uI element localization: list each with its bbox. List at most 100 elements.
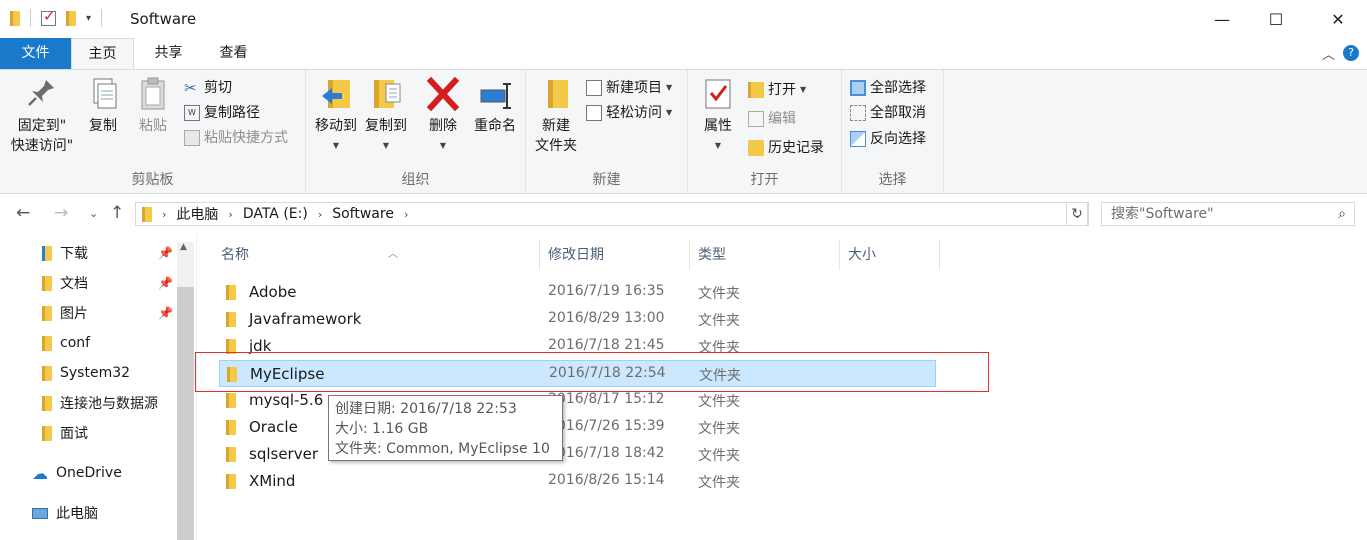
nav-label: OneDrive [56, 465, 122, 481]
collapse-ribbon-icon[interactable]: ︿ [1322, 44, 1335, 63]
scroll-up-icon[interactable]: ▲ [180, 242, 187, 252]
search-icon[interactable]: ⌕ [1338, 203, 1346, 225]
file-date: 2016/7/18 18:42 [548, 445, 665, 461]
breadcrumb-software[interactable]: Software [332, 206, 394, 222]
open-group: 属性 ▼ 打开 ▼ 编辑 历史记录 打开 [688, 70, 842, 194]
new-folder-button[interactable]: 新建 文件夹 [530, 76, 582, 156]
file-row-sqlserver[interactable]: sqlserver 2016/7/18 18:42 文件夹 [219, 441, 936, 468]
crumb-separator-icon[interactable]: › [318, 208, 322, 221]
search-input[interactable]: 搜索"Software" ⌕ [1101, 202, 1355, 226]
paste-label: 粘贴 [139, 118, 167, 134]
file-row-adobe[interactable]: Adobe 2016/7/19 16:35 文件夹 [219, 279, 936, 306]
crumb-separator-icon[interactable]: › [228, 208, 232, 221]
column-header-type[interactable]: 类型 [690, 240, 840, 270]
column-name-label: 名称 [221, 247, 249, 263]
properties-button[interactable]: 属性 ▼ [696, 76, 740, 156]
quick-access-toolbar: ▾ [10, 7, 103, 27]
rename-label: 重命名 [474, 118, 516, 134]
select-none-icon [850, 105, 866, 121]
nav-label: System32 [60, 365, 131, 381]
new-item-icon [586, 80, 602, 96]
history-button[interactable]: 历史记录 [748, 136, 824, 160]
file-row-oracle[interactable]: Oracle 2016/7/26 15:39 文件夹 [219, 414, 936, 441]
back-arrow-icon[interactable]: ← [16, 203, 30, 223]
nav-label: conf [60, 335, 91, 351]
crumb-separator-icon[interactable]: › [162, 208, 166, 221]
properties-check-icon[interactable] [41, 7, 56, 26]
breadcrumb-data-drive[interactable]: DATA (E:) [243, 206, 308, 222]
address-bar[interactable]: › 此电脑 › DATA (E:) › Software › ⌄ [135, 202, 1089, 226]
tab-home[interactable]: 主页 [71, 38, 134, 70]
recent-locations-icon[interactable]: ⌄ [89, 207, 98, 220]
edit-button[interactable]: 编辑 [748, 107, 796, 131]
cut-label: 剪切 [204, 80, 232, 96]
pin-quick-access-button[interactable]: 固定到" 快速访问" [8, 76, 76, 156]
up-arrow-icon[interactable]: ↑ [110, 203, 124, 223]
tab-view[interactable]: 查看 [202, 38, 265, 69]
pinned-icon[interactable]: 📌 [158, 306, 173, 320]
move-to-button[interactable]: 移动到 ▼ [312, 76, 360, 156]
file-row-javaframework[interactable]: Javaframework 2016/8/29 13:00 文件夹 [219, 306, 936, 333]
copy-to-button[interactable]: 复制到 ▼ [362, 76, 410, 156]
rename-button[interactable]: 重命名 [470, 76, 520, 136]
open-icon [748, 82, 764, 98]
delete-button[interactable]: 删除 ▼ [422, 76, 464, 156]
tab-share[interactable]: 共享 [137, 38, 200, 69]
nav-item-system32[interactable]: System32 [42, 358, 192, 388]
invert-selection-button[interactable]: 反向选择 [850, 127, 926, 151]
paste-shortcut-icon [184, 130, 200, 146]
move-to-label: 移动到 [315, 118, 357, 134]
select-none-button[interactable]: 全部取消 [850, 101, 926, 125]
help-icon[interactable]: ? [1343, 45, 1359, 61]
copy-path-button[interactable]: W 复制路径 [184, 101, 260, 125]
column-header-date[interactable]: 修改日期 [540, 240, 690, 270]
copy-to-caret-icon: ▼ [382, 141, 390, 150]
select-all-button[interactable]: 全部选择 [850, 76, 926, 100]
tab-file[interactable]: 文件 [0, 38, 71, 69]
folder-icon [42, 335, 52, 351]
crumb-separator-icon[interactable]: › [404, 208, 408, 221]
close-button[interactable]: ✕ [1312, 0, 1364, 38]
nav-scrollbar-thumb[interactable] [177, 287, 194, 540]
copy-icon [87, 76, 119, 112]
breadcrumb-this-pc[interactable]: 此电脑 [176, 204, 218, 224]
pinned-icon[interactable]: 📌 [158, 276, 173, 290]
nav-item-this-pc[interactable]: 此电脑 [32, 498, 182, 528]
paste-button[interactable]: 粘贴 [132, 76, 174, 136]
nav-item-onedrive[interactable]: ☁ OneDrive [32, 458, 182, 488]
file-date: 2016/8/29 13:00 [548, 310, 665, 326]
select-all-icon [850, 80, 866, 96]
delete-x-icon [426, 76, 460, 112]
column-header-size[interactable]: 大小 [840, 240, 940, 270]
pin-icon [26, 76, 58, 112]
file-row-xmind[interactable]: XMind 2016/8/26 15:14 文件夹 [219, 468, 936, 495]
organize-group-label: 组织 [401, 172, 430, 188]
pinned-icon[interactable]: 📌 [158, 246, 173, 260]
column-header-name[interactable]: 名称 ︿ [213, 240, 540, 270]
select-none-label: 全部取消 [870, 105, 926, 121]
open-button[interactable]: 打开 ▼ [748, 78, 806, 102]
file-type: 文件夹 [698, 475, 740, 491]
folder-icon [226, 447, 236, 462]
nav-item-interview[interactable]: 面试 [42, 418, 192, 448]
minimize-button[interactable]: — [1196, 0, 1248, 38]
edit-label: 编辑 [768, 111, 796, 127]
qat-customize-icon[interactable]: ▾ [86, 13, 91, 24]
new-item-button[interactable]: 新建项目 ▼ [586, 76, 672, 100]
paste-shortcut-button[interactable]: 粘贴快捷方式 [184, 126, 288, 150]
file-date: 2016/7/19 16:35 [548, 283, 665, 299]
ribbon: 固定到" 快速访问" 复制 粘贴 ✂ 剪切 W 复制路径 粘贴快捷方式 剪贴板 … [0, 69, 1367, 194]
cloud-icon: ☁ [32, 463, 48, 483]
nav-item-conf[interactable]: conf [42, 328, 192, 358]
new-folder-icon[interactable] [66, 10, 76, 26]
easy-access-button[interactable]: 轻松访问 ▼ [586, 101, 672, 125]
copy-button[interactable]: 复制 [82, 76, 124, 136]
nav-label: 此电脑 [56, 506, 98, 522]
nav-item-connection-pool[interactable]: 连接池与数据源 [42, 388, 192, 418]
pictures-folder-icon [42, 305, 52, 321]
properties-icon [702, 76, 734, 112]
cut-button[interactable]: ✂ 剪切 [184, 76, 232, 100]
refresh-icon[interactable]: ↻ [1066, 202, 1088, 226]
forward-arrow-icon[interactable]: → [54, 203, 68, 223]
maximize-button[interactable]: ☐ [1250, 0, 1302, 38]
